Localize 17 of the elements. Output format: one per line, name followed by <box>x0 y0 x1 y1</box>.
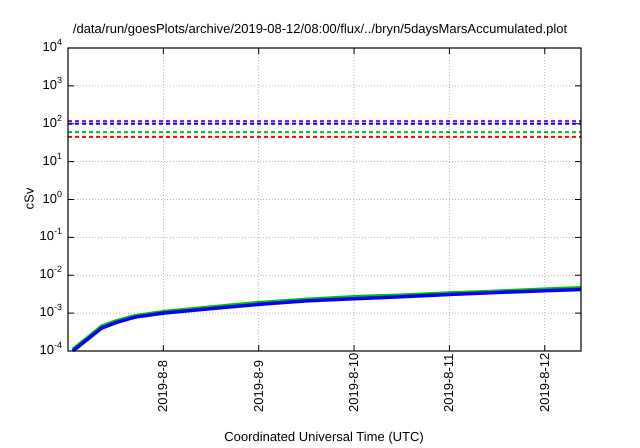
x-tick-label: 2019-8-8 <box>155 360 172 412</box>
x-axis-label: Coordinated Universal Time (UTC) <box>223 429 425 444</box>
y-tick-label: 10$^{-1}$ <box>38 227 62 246</box>
x-tick-label: 2019-8-11 <box>441 354 458 412</box>
y-tick-label: 10$^{1}$ <box>42 152 62 170</box>
y-tick-label: 10$^{0}$ <box>42 190 62 208</box>
y-tick-label: 10$^{-2}$ <box>38 265 62 284</box>
y-tick-label: 10$^{4}$ <box>42 38 62 56</box>
x-tick-label: 2019-8-12 <box>536 352 553 412</box>
y-tick-label: 10$^{-3}$ <box>38 303 62 322</box>
x-tick-label: 2019-8-10 <box>346 352 362 412</box>
x-tick-label: 2019-8-9 <box>250 360 267 412</box>
chart-title: /data/run/goesPlots/archive/2019-08-12/08:00/flux/../bryn/5daysMarsAccumulated.plot <box>72 21 568 36</box>
y-tick-label: 10$^{3}$ <box>42 76 62 94</box>
y-axis-label: cSv <box>21 188 36 210</box>
y-tick-label: 10$^{-4}$ <box>38 341 62 359</box>
y-tick-label: 10$^{2}$ <box>42 114 62 132</box>
